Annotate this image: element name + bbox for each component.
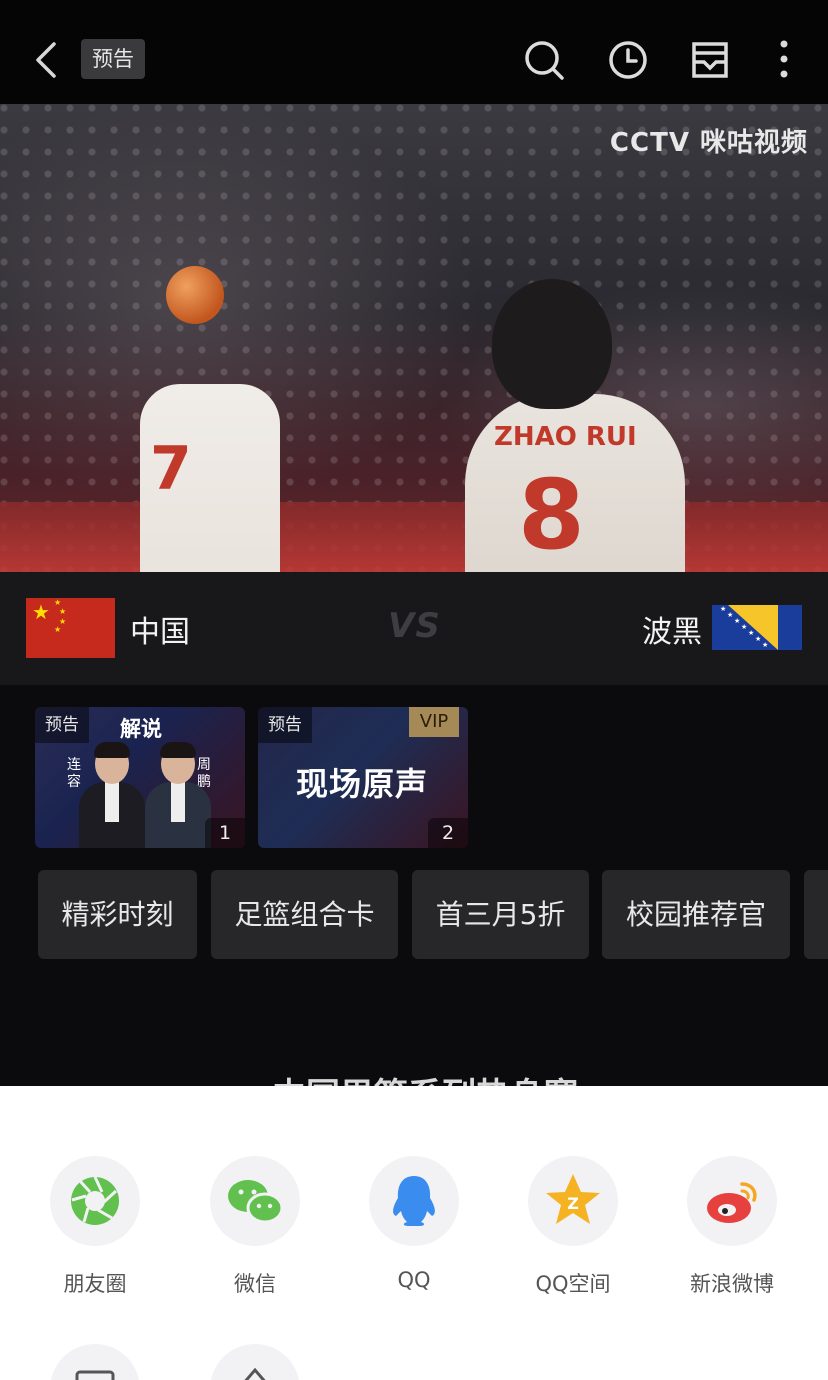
more-icon[interactable] [762,38,806,82]
svg-text:★: ★ [727,611,733,619]
share-wechat[interactable]: 微信 [185,1156,325,1298]
wechat-icon [210,1156,300,1246]
player-two-number: 8 [518,459,585,571]
svg-text:★: ★ [734,617,740,625]
player-two-name: ZHAO RUI [494,422,637,452]
qzone-icon: Z [528,1156,618,1246]
home-team-name: 中国 [130,615,190,650]
card-title: 现场原声 [296,765,429,803]
card-number: 1 [205,818,245,848]
card-preview-tag: 预告 [35,707,89,743]
svg-text:★: ★ [741,623,747,631]
share-label: 新浪微博 [690,1272,774,1296]
share-weibo[interactable]: 新浪微博 [662,1156,802,1298]
court-floor [0,502,828,572]
away-team-name: 波黑 [642,615,702,650]
svg-text:Z: Z [567,1194,579,1213]
moments-icon [50,1156,140,1246]
match-info: ★ ★ ★ ★ ★ 中国 VS 波黑 [0,572,828,685]
card-title: 解说 [120,717,162,741]
share-label: 微信 [234,1272,276,1296]
weibo-icon [687,1156,777,1246]
share-more-circle-1[interactable] [50,1344,140,1380]
share-label: 朋友圈 [63,1272,127,1296]
share-moments[interactable]: 朋友圈 [25,1156,165,1298]
top-bar: 预告 [0,0,828,118]
card-preview-tag: 预告 [258,707,312,743]
svg-text:★: ★ [755,635,761,643]
share-qq[interactable]: QQ [344,1156,484,1292]
video-player[interactable]: CCTV 咪咕视频 7 ZHAO RUI 8 [0,104,828,572]
svg-text:★: ★ [720,605,726,613]
back-icon[interactable] [28,38,64,82]
player-two-head [492,279,612,409]
card-number: 2 [428,818,468,848]
chip-overflow[interactable] [804,870,828,959]
svg-text:★: ★ [748,629,754,637]
clock-icon[interactable] [606,38,650,82]
share-label: QQ [397,1268,431,1292]
vs-label: VS [388,606,441,646]
bosnia-flag-icon: ★★★ ★★★ ★ [712,605,802,650]
china-flag-icon: ★ ★ ★ ★ ★ [26,598,115,658]
commentator-right-photo [145,742,211,848]
chip-highlights[interactable]: 精彩时刻 [38,870,197,959]
vip-badge: VIP [409,707,459,737]
player-one-number: 7 [150,434,192,504]
chip-combo-card[interactable]: 足篮组合卡 [211,870,398,959]
chip-campus[interactable]: 校园推荐官 [602,870,790,959]
qq-icon [369,1156,459,1246]
search-icon[interactable] [522,38,566,82]
inbox-icon[interactable] [688,38,732,82]
chip-discount[interactable]: 首三月5折 [412,870,589,959]
commentary-card-1[interactable]: 预告 解说 连容 周鹏 1 [35,707,245,848]
share-label: QQ空间 [535,1272,611,1296]
commentary-card-2[interactable]: 预告 VIP 现场原声 2 [258,707,468,848]
commentator-left-photo [79,742,145,848]
share-qzone[interactable]: Z QQ空间 [503,1156,643,1298]
preview-tag: 预告 [81,39,145,79]
share-sheet: 朋友圈 微信 QQ Z QQ空间 新浪微博 [0,1086,828,1380]
basketball [166,266,224,324]
share-more-circle-2[interactable] [210,1344,300,1380]
svg-text:★: ★ [762,641,768,649]
channel-watermark: CCTV 咪咕视频 [609,128,808,158]
